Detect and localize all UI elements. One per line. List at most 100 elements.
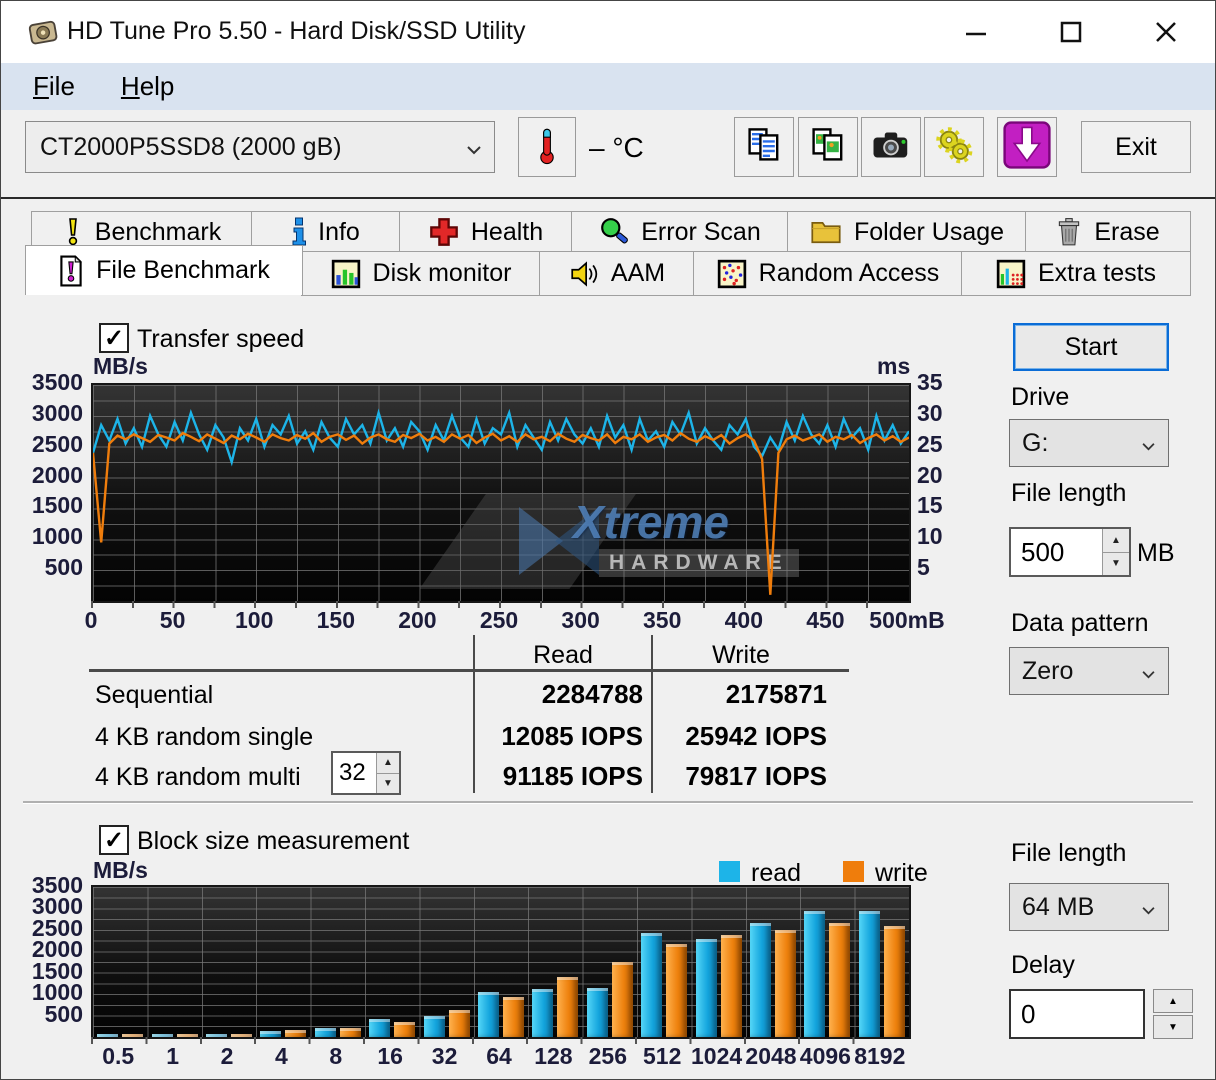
- stepper-up-icon[interactable]: ▲: [377, 753, 399, 774]
- trash-icon: [1056, 217, 1082, 247]
- legend-write-label: write: [875, 859, 928, 887]
- row-read-value: 2284788: [541, 679, 643, 709]
- axis-tick-label: 100: [235, 607, 274, 633]
- bar-write-256: [611, 962, 633, 1037]
- bar-write-16: [394, 1022, 416, 1037]
- minimize-button[interactable]: [944, 10, 1008, 54]
- data-pattern-value: Zero: [1022, 656, 1074, 685]
- tab-label: Disk monitor: [372, 259, 512, 287]
- tab-folder-usage[interactable]: Folder Usage: [787, 211, 1027, 253]
- menu-help[interactable]: Help: [107, 71, 188, 102]
- maximize-button[interactable]: [1039, 10, 1103, 54]
- tab-label: Extra tests: [1037, 259, 1157, 287]
- download-arrow-icon: [1003, 120, 1051, 174]
- axis-tick-label: 150: [316, 607, 355, 633]
- screenshot-button[interactable]: [861, 117, 921, 177]
- table-divider: [473, 635, 475, 793]
- start-button[interactable]: Start: [1013, 323, 1169, 371]
- drive-select[interactable]: G:: [1009, 419, 1169, 467]
- delay-value: 0: [1021, 998, 1036, 1029]
- menu-file[interactable]: File: [19, 71, 89, 102]
- row-label: 4 KB random single: [95, 723, 314, 751]
- bar-read-4096: [804, 910, 826, 1037]
- window-title: HD Tune Pro 5.50 - Hard Disk/SSD Utility: [67, 17, 526, 45]
- tab-erase[interactable]: Erase: [1025, 211, 1191, 253]
- tab-random-access[interactable]: Random Access: [693, 251, 963, 296]
- options-button[interactable]: [924, 117, 984, 177]
- magnifier-icon: [599, 217, 629, 247]
- gears-icon: [935, 126, 973, 169]
- bar-write-32: [448, 1009, 470, 1037]
- app-window: HD Tune Pro 5.50 - Hard Disk/SSD Utility…: [0, 0, 1216, 1080]
- transfer-speed-chart: Xtreme HARDWARE: [91, 383, 911, 603]
- axis-tick-label: 35: [917, 369, 943, 395]
- speaker-icon: [569, 260, 599, 288]
- stepper-up-icon[interactable]: ▲: [1103, 529, 1129, 553]
- bar-write-1024: [720, 935, 742, 1037]
- axis-tick-label: 1500: [31, 492, 83, 519]
- series-write: [93, 431, 909, 595]
- queue-depth-stepper[interactable]: 32 ▲ ▼: [331, 751, 401, 795]
- bar-write-4096: [829, 923, 851, 1037]
- tab-health[interactable]: Health: [399, 211, 573, 253]
- axis-tick-label: 450: [806, 607, 845, 633]
- top-chart-y2label: ms: [877, 353, 911, 379]
- file-length2-select[interactable]: 64 MB: [1009, 883, 1169, 931]
- delay-label: Delay: [1011, 951, 1075, 979]
- axis-tick-label: 500mB: [869, 607, 945, 633]
- chevron-down-icon: [466, 133, 482, 162]
- delay-up-button[interactable]: ▲: [1153, 989, 1193, 1013]
- file-length2-label: File length: [1011, 839, 1127, 867]
- delay-down-button[interactable]: ▼: [1153, 1015, 1193, 1039]
- bar-read-8: [314, 1027, 336, 1037]
- axis-tick-label: 8192: [854, 1043, 906, 1069]
- file-length-label: File length: [1011, 479, 1127, 507]
- tab-aam[interactable]: AAM: [539, 251, 695, 296]
- tab-label: Folder Usage: [853, 217, 1005, 246]
- file-length-stepper[interactable]: 500 ▲ ▼: [1009, 527, 1131, 577]
- exit-button-label: Exit: [1115, 132, 1157, 161]
- block-size-checkbox[interactable]: ✓: [99, 825, 129, 855]
- bar-write-512: [666, 944, 688, 1037]
- temperature-readout: – °C: [589, 132, 644, 163]
- tab-file-benchmark[interactable]: File Benchmark: [25, 245, 303, 295]
- save-results-button[interactable]: [997, 117, 1057, 177]
- copy-text-button[interactable]: [734, 117, 794, 177]
- tab-extra-tests[interactable]: Extra tests: [961, 251, 1191, 296]
- axis-tick-label: 2000: [31, 461, 83, 488]
- data-pattern-label: Data pattern: [1011, 609, 1149, 637]
- axis-tick-label: 5: [917, 554, 930, 581]
- bar-write-2048: [775, 929, 796, 1037]
- tab-error-scan[interactable]: Error Scan: [571, 211, 789, 253]
- exit-button[interactable]: Exit: [1081, 121, 1191, 173]
- axis-tick-label: 400: [724, 607, 763, 633]
- stepper-down-icon[interactable]: ▼: [1103, 552, 1129, 575]
- tab-disk-monitor[interactable]: Disk monitor: [301, 251, 541, 296]
- block-size-label: Block size measurement: [137, 827, 410, 855]
- bar-write-8: [339, 1028, 361, 1037]
- axis-tick-label: 300: [561, 607, 600, 633]
- chevron-down-icon: [1141, 657, 1156, 686]
- bar-read-8192: [858, 910, 880, 1037]
- tab-label: Erase: [1094, 217, 1160, 246]
- drive-select-value: G:: [1022, 428, 1049, 457]
- section-divider: [23, 801, 1193, 804]
- temperature-button[interactable]: [518, 117, 576, 177]
- axis-tick-label: 350: [643, 607, 682, 633]
- data-pattern-select[interactable]: Zero: [1009, 647, 1169, 695]
- device-select[interactable]: CT2000P5SSD8 (2000 gB): [25, 121, 495, 173]
- copy-image-button[interactable]: [798, 117, 858, 177]
- tab-label: Info: [318, 217, 360, 246]
- stepper-down-icon[interactable]: ▼: [377, 773, 399, 793]
- delay-input[interactable]: 0: [1009, 989, 1145, 1039]
- drive-label: Drive: [1011, 383, 1070, 411]
- health-cross-icon: [429, 217, 459, 247]
- transfer-speed-checkbox[interactable]: ✓: [99, 323, 129, 353]
- close-button[interactable]: [1134, 10, 1198, 54]
- chart-grid-icon: [996, 259, 1026, 289]
- axis-tick-label: 15: [917, 492, 943, 519]
- bar-read-2048: [750, 923, 771, 1037]
- transfer-speed-label: Transfer speed: [137, 325, 305, 353]
- bar-read-64: [478, 992, 499, 1037]
- chevron-down-icon: [1141, 429, 1156, 458]
